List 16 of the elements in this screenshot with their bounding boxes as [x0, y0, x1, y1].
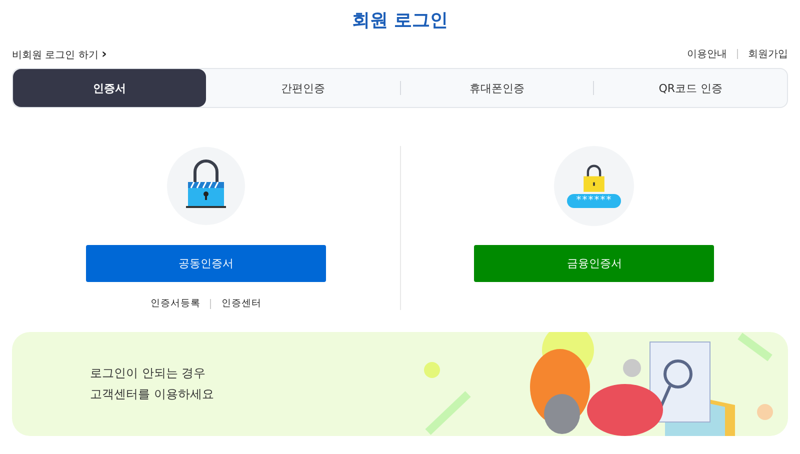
- tab[interactable]: QR코드 인증: [594, 69, 787, 107]
- tab[interactable]: 간편인증: [206, 69, 400, 107]
- tab[interactable]: 인증서: [13, 69, 206, 107]
- banner-text: 로그인이 안되는 경우: [90, 365, 207, 382]
- padlock-icon: [166, 146, 246, 226]
- banner-text: 고객센터를 이용하세요: [90, 386, 214, 403]
- top-link[interactable]: 이용안내: [687, 47, 727, 61]
- top-link[interactable]: 회원가입: [748, 47, 788, 61]
- certificate-login-button[interactable]: 공동인증서: [86, 245, 326, 282]
- tab[interactable]: 휴대폰인증: [400, 69, 594, 107]
- certificate-login-button[interactable]: 금융인증서: [474, 245, 714, 282]
- padlock-password-icon: ******: [554, 146, 634, 226]
- page-title: 회원 로그인: [350, 9, 450, 33]
- certificate-link[interactable]: 인증센터: [221, 297, 262, 310]
- certificate-link[interactable]: 인증서등록: [150, 297, 200, 310]
- guest-login-link[interactable]: 비회원 로그인 하기 ›: [12, 46, 107, 62]
